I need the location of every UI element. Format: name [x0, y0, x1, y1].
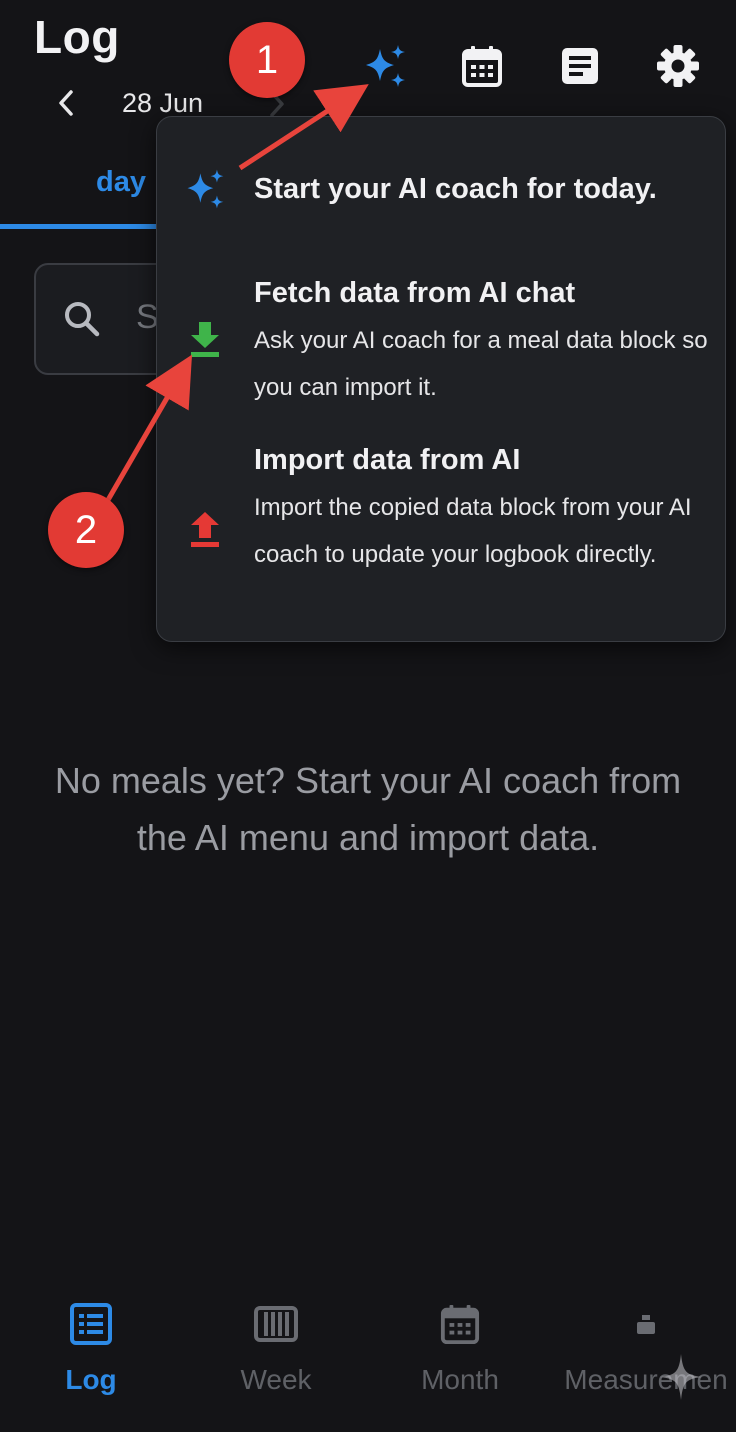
annotation-arrow-1	[238, 84, 369, 171]
annotation-arrow-2	[105, 354, 193, 502]
annotation-badge-1: 1	[229, 22, 305, 98]
annotation-arrows	[105, 84, 369, 502]
annotation-badge-2: 2	[48, 492, 124, 568]
